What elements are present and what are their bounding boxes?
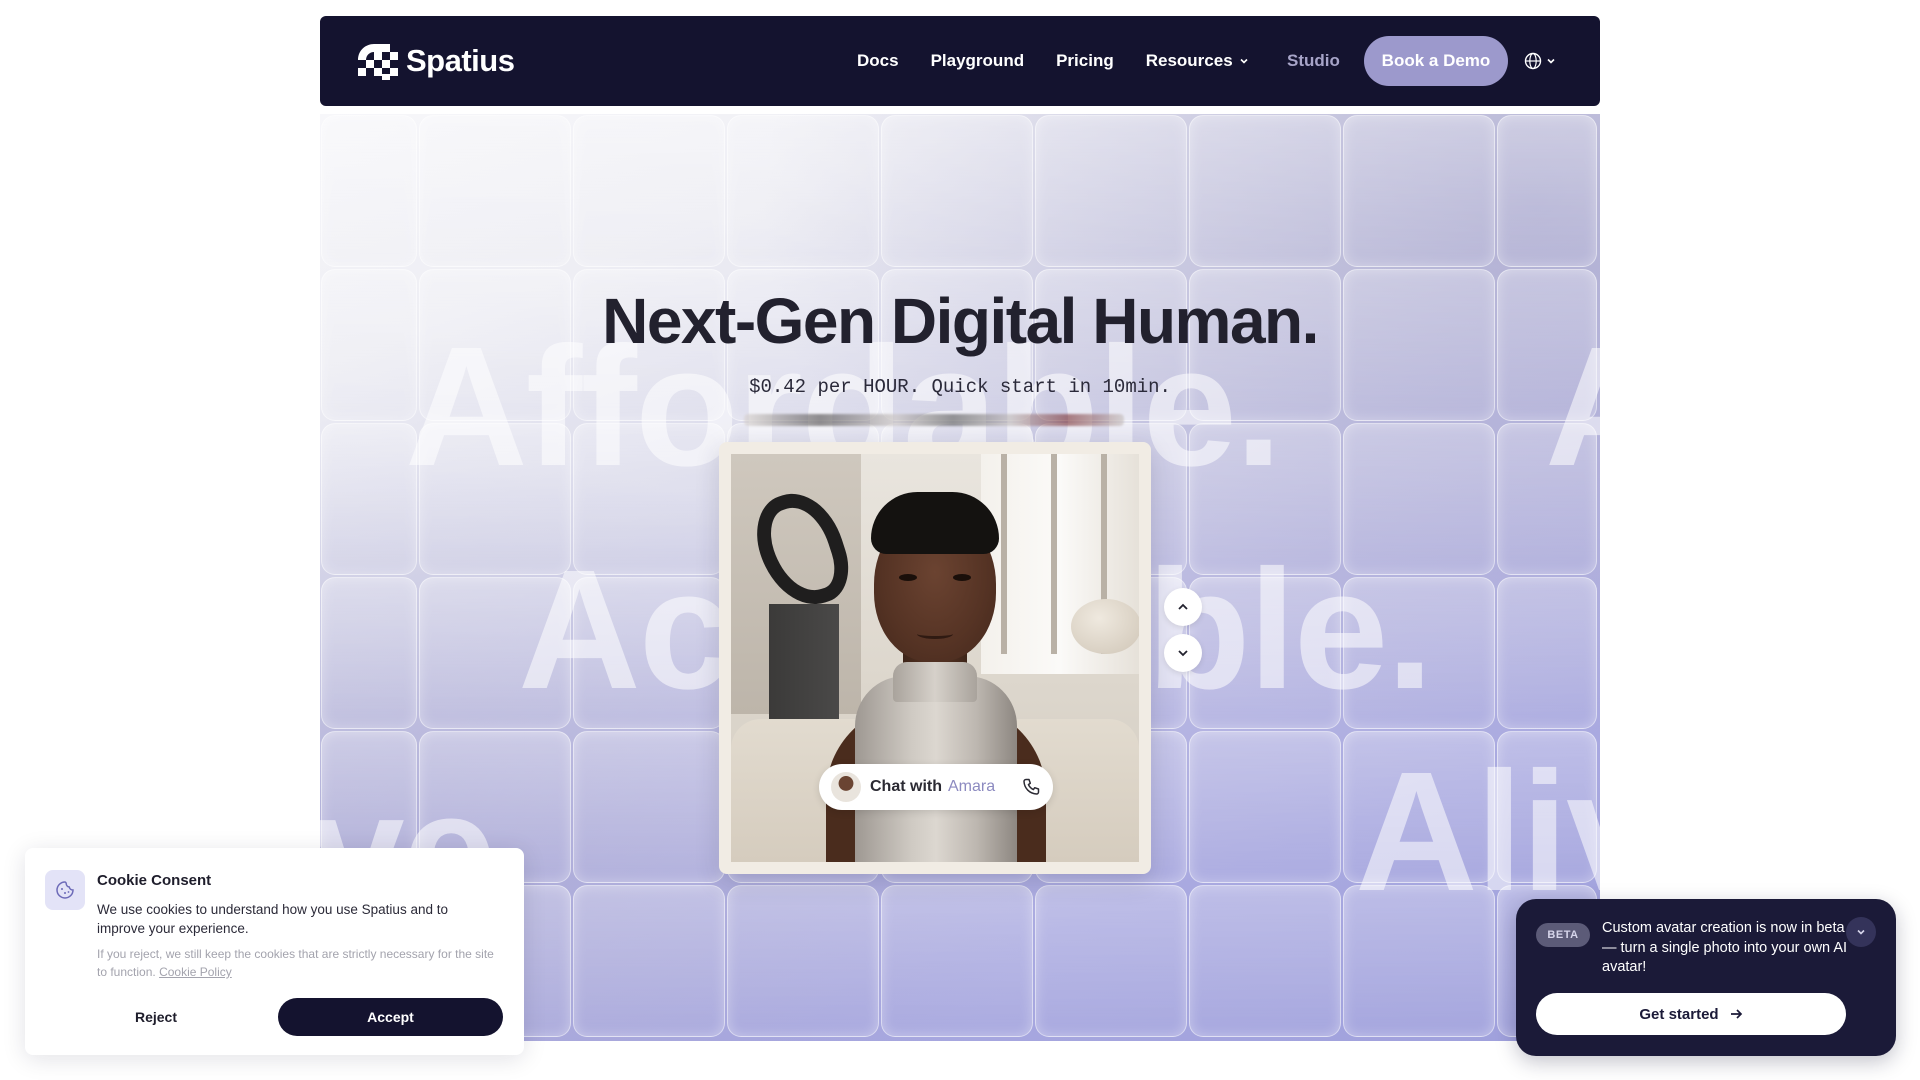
chevron-down-icon xyxy=(1178,650,1188,657)
chevron-up-icon xyxy=(1178,603,1188,610)
beta-badge: BETA xyxy=(1536,923,1590,947)
nav-link-studio[interactable]: Studio xyxy=(1287,16,1340,106)
beta-message: Custom avatar creation is now in beta — … xyxy=(1602,920,1848,975)
nav-link-playground[interactable]: Playground xyxy=(931,51,1025,71)
cookie-icon xyxy=(45,870,85,910)
next-avatar-button[interactable] xyxy=(1164,634,1202,672)
cookie-consent-dialog: Cookie Consent We use cookies to underst… xyxy=(25,848,524,1055)
nav-links: Docs Playground Pricing Resources xyxy=(857,16,1249,106)
get-started-label: Get started xyxy=(1639,1005,1719,1023)
phone-icon xyxy=(1021,777,1041,797)
beta-announcement-toast: BETA Custom avatar creation is now in be… xyxy=(1516,899,1896,1056)
cookie-fine-print: If you reject, we still keep the cookies… xyxy=(97,945,507,981)
avatar-video[interactable]: Chat with Amara xyxy=(731,454,1139,862)
chat-with-avatar-button[interactable]: Chat with Amara xyxy=(819,764,1053,810)
nav-link-resources-label: Resources xyxy=(1145,51,1233,70)
nav-link-docs[interactable]: Docs xyxy=(857,51,899,71)
brand-logo[interactable]: Spatius xyxy=(352,40,515,82)
avatar xyxy=(831,772,861,802)
brand-name: Spatius xyxy=(406,43,515,78)
reject-cookies-button[interactable]: Reject xyxy=(51,998,261,1036)
get-started-button[interactable]: Get started xyxy=(1536,993,1846,1035)
nav-link-pricing[interactable]: Pricing xyxy=(1056,51,1114,71)
accept-cookies-button[interactable]: Accept xyxy=(278,998,503,1036)
hero-subheadline: $0.42 per HOUR. Quick start in 10min. xyxy=(749,376,1171,398)
previous-avatar-button[interactable] xyxy=(1164,588,1202,626)
chevron-down-icon xyxy=(1547,58,1555,64)
globe-icon xyxy=(1524,52,1542,70)
cookie-fine-text: If you reject, we still keep the cookies… xyxy=(97,947,494,979)
hero-headline: Next-Gen Digital Human. xyxy=(602,285,1319,357)
book-demo-button[interactable]: Book a Demo xyxy=(1364,36,1508,86)
chevron-down-icon xyxy=(1240,58,1248,64)
stacked-card-edge xyxy=(744,414,1124,426)
language-selector[interactable] xyxy=(1524,16,1556,106)
chevron-down-icon xyxy=(1857,929,1865,935)
arrow-right-icon xyxy=(1730,1009,1742,1019)
avatar-name: Amara xyxy=(948,778,996,795)
cookie-body: We use cookies to understand how you use… xyxy=(97,902,448,936)
cookie-title: Cookie Consent xyxy=(97,872,212,889)
logo-icon xyxy=(358,44,398,80)
nav-link-resources[interactable]: Resources xyxy=(1146,51,1249,71)
avatar-video-card: Chat with Amara xyxy=(719,442,1151,874)
collapse-toast-button[interactable] xyxy=(1846,917,1876,947)
cookie-policy-link[interactable]: Cookie Policy xyxy=(159,965,232,979)
top-navigation: Spatius Docs Playground Pricing Resource… xyxy=(320,16,1600,106)
chat-prefix: Chat with xyxy=(870,778,942,795)
